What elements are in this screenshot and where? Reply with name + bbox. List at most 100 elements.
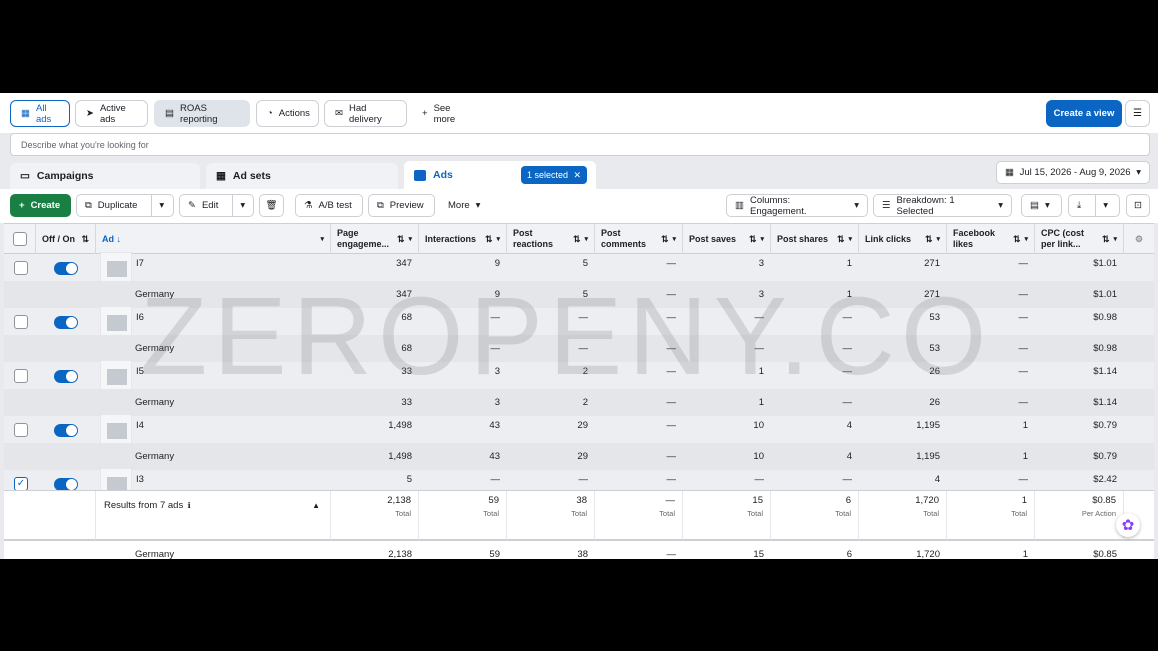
ad-thumbnail[interactable] (100, 360, 132, 392)
metric-cell: — (666, 312, 677, 323)
breakdown-row[interactable]: Germany 347 9 5 — 3 1 271 — $1.01 (4, 281, 1154, 308)
chevron-down-icon[interactable]: ▾ (151, 195, 171, 216)
trash-icon[interactable]: 🗑 (259, 194, 284, 217)
search-input[interactable]: Describe what you're looking for (10, 133, 1150, 156)
breakdown-label: Germany (135, 343, 175, 354)
preview-button[interactable]: ⧉ Preview (368, 194, 435, 217)
ad-thumbnail[interactable] (100, 414, 132, 446)
columns-dropdown[interactable]: ▥ Columns: Engagement. ▾ (726, 194, 868, 217)
ad-row[interactable]: I5 33 3 2—1—26— $1.14 (4, 360, 1154, 392)
metric-cell: 6 (846, 549, 852, 559)
col-ad[interactable]: Ad ↓ ▾ (96, 224, 331, 254)
delivery-toggle[interactable] (54, 370, 78, 383)
filter-roas-reporting[interactable]: ▤ ROAS reporting (154, 100, 250, 127)
row-checkbox[interactable]: ✓ (14, 477, 28, 491)
row-checkbox[interactable] (14, 261, 28, 275)
settings-sliders-icon[interactable]: ☰ (1125, 100, 1150, 127)
create-view-button[interactable]: Create a view (1046, 100, 1122, 127)
col-post-saves[interactable]: Post saves ⇅ ▾ (683, 224, 771, 254)
export-button[interactable]: ⤓ ▾ (1068, 194, 1120, 217)
col-page-engagement[interactable]: Page engageme... ⇅ ▾ (331, 224, 419, 254)
ad-row[interactable]: I7 347 9 5 — 3 1 271 — $1.01 (4, 252, 1154, 284)
col-post-reactions[interactable]: Post reactions ⇅ ▾ (507, 224, 595, 254)
ad-name[interactable]: I6 (136, 308, 326, 335)
ad-name[interactable]: I4 (136, 416, 326, 443)
total-cell: 15 Total (683, 491, 771, 540)
delivery-toggle[interactable] (54, 424, 78, 437)
chart-icon[interactable]: ⊡ (1126, 194, 1150, 217)
metric-cell: 1 (1022, 549, 1028, 559)
col-post-comments[interactable]: Post comments ⇅ ▾ (595, 224, 683, 254)
caret-down-icon: ▾ (320, 235, 324, 243)
download-icon[interactable]: ⤓ (1069, 195, 1089, 216)
report-icon: ▤ (165, 108, 174, 119)
create-button[interactable]: + Create (10, 194, 71, 217)
total-sublabel: Total (659, 509, 675, 518)
col-post-shares[interactable]: Post shares ⇅ ▾ (771, 224, 859, 254)
ad-row[interactable]: I6 68 — — — — — 53 — $0.98 (4, 306, 1154, 338)
ad-name[interactable]: I5 (136, 362, 326, 389)
more-button[interactable]: More ▾ (440, 194, 492, 217)
select-all-checkbox[interactable] (4, 224, 36, 254)
sort-icon: ⇅ (396, 233, 405, 244)
filter-had-delivery[interactable]: ✉ Had delivery (324, 100, 407, 127)
caret-down-icon: ▾ (408, 235, 412, 243)
metric-cell: 59 (489, 549, 500, 559)
caret-down-icon: ▾ (998, 200, 1003, 211)
metric-cell: — (842, 397, 853, 408)
see-more-button[interactable]: + See more (412, 100, 482, 127)
breakdown-row[interactable]: Germany 68 — — — — — 53 — $0.98 (4, 335, 1154, 362)
metric-cell: $1.14 (1093, 366, 1117, 377)
filter-active-ads[interactable]: ➤ Active ads (75, 100, 148, 127)
col-offon[interactable]: Off / On ⇅ (36, 224, 96, 254)
caret-down-icon[interactable]: ▾ (1095, 195, 1115, 216)
sort-icon: ⇅ (924, 233, 933, 244)
duplicate-button[interactable]: ⧉ Duplicate ▾ (76, 194, 174, 217)
date-range-picker[interactable]: ▦ Jul 15, 2026 - Aug 9, 2026 ▾ (996, 161, 1150, 184)
metric-cell: 38 (577, 549, 588, 559)
col-facebook-likes[interactable]: Facebook likes ⇅ ▾ (947, 224, 1035, 254)
ad-row[interactable]: ✓ I3 5— — — — —4— $2.42 (4, 468, 1154, 500)
metric-cell: — (1018, 289, 1029, 300)
filter-all-ads[interactable]: ▦ All ads (10, 100, 70, 127)
reports-dropdown[interactable]: ▤ ▾ (1021, 194, 1062, 217)
flower-icon[interactable]: ✿ (1116, 513, 1140, 537)
metric-cell: 10 (753, 420, 764, 431)
ad-name[interactable]: I7 (136, 254, 326, 281)
metric-cell: — (578, 312, 589, 323)
col-cpc[interactable]: CPC (cost per link... ⇅ ▾ (1035, 224, 1124, 254)
col-link-clicks[interactable]: Link clicks ⇅ ▾ (859, 224, 947, 254)
close-icon[interactable]: ✕ (573, 170, 581, 181)
delivery-toggle[interactable] (54, 316, 78, 329)
col-interactions[interactable]: Interactions ⇅ ▾ (419, 224, 507, 254)
breakdown-dropdown[interactable]: ☰ Breakdown: 1 Selected ▾ (873, 194, 1012, 217)
tab-campaigns[interactable]: ▭ Campaigns (10, 163, 200, 189)
ab-test-button[interactable]: ⚗ A/B test (295, 194, 363, 217)
metric-cell: — (842, 366, 853, 377)
row-checkbox[interactable] (14, 423, 28, 437)
row-checkbox[interactable] (14, 369, 28, 383)
column-settings-icon[interactable]: ⚙ (1124, 224, 1154, 254)
ad-thumbnail[interactable] (100, 306, 132, 338)
selected-badge[interactable]: 1 selected ✕ (521, 166, 587, 184)
metric-cell: 33 (401, 397, 412, 408)
breakdown-label: Germany (135, 397, 175, 408)
chevron-down-icon[interactable]: ▾ (232, 195, 252, 216)
total-cell: 2,138 Total (331, 491, 419, 540)
total-value: 6 (845, 495, 851, 506)
breakdown-row[interactable]: Germany 1,498 43 29 — 10 4 1,195 1 $0.79 (4, 443, 1154, 470)
caret-up-icon[interactable]: ▲ (312, 501, 320, 510)
metric-cell: 347 (396, 289, 412, 300)
table-header: Off / On ⇅ Ad ↓ ▾ Page engageme... ⇅ ▾ Inter… (4, 223, 1154, 254)
duplicate-icon: ⧉ (85, 200, 92, 211)
info-icon[interactable]: ℹ (188, 501, 191, 510)
breakdown-row[interactable]: Germany 33 3 2—1—26— $1.14 (4, 389, 1154, 416)
filter-actions[interactable]: ◔ Actions (256, 100, 319, 127)
row-checkbox[interactable] (14, 315, 28, 329)
delivery-toggle[interactable] (54, 262, 78, 275)
metric-cell: 33 (401, 366, 412, 377)
ad-row[interactable]: I4 1,498 43 29 — 10 4 1,195 1 $0.79 (4, 414, 1154, 446)
edit-button[interactable]: ✎ Edit ▾ (179, 194, 254, 217)
tab-ad-sets[interactable]: ▦ Ad sets (206, 163, 398, 189)
ad-thumbnail[interactable] (100, 252, 132, 284)
